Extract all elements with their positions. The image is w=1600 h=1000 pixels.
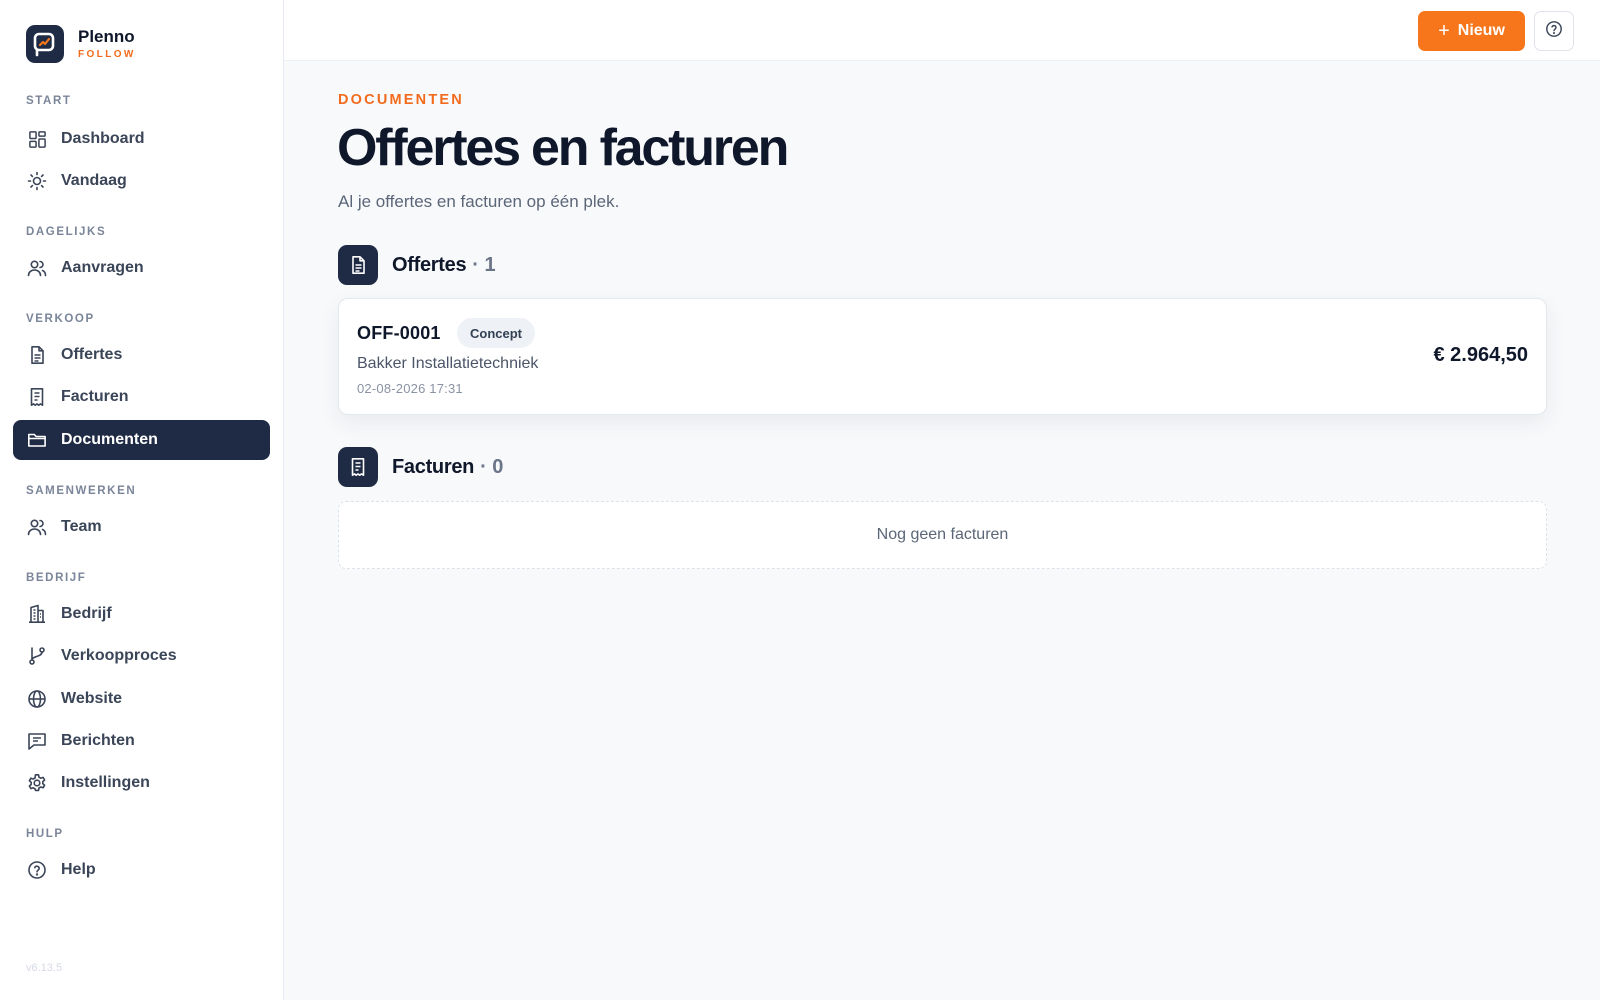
sidebar-item-berichten[interactable]: Berichten xyxy=(13,721,270,761)
sidebar-item-dashboard[interactable]: Dashboard xyxy=(13,119,270,159)
sidebar-item-verkoopproces[interactable]: Verkoopproces xyxy=(13,636,270,676)
section-count: · 0 xyxy=(480,455,504,478)
sidebar-item-help[interactable]: Help xyxy=(13,850,270,890)
sidebar-item-team[interactable]: Team xyxy=(13,507,270,547)
sidebar-item-vandaag[interactable]: Vandaag xyxy=(13,161,270,201)
users-icon xyxy=(27,517,47,537)
section-title: Offertes xyxy=(392,253,467,276)
section-title: Facturen xyxy=(392,455,475,478)
plenno-logo-icon xyxy=(26,25,64,63)
new-button[interactable]: + Nieuw xyxy=(1418,11,1525,51)
sidebar-item-aanvragen[interactable]: Aanvragen xyxy=(13,248,270,288)
page-title: Offertes en facturen xyxy=(337,119,789,177)
section-count: · 1 xyxy=(472,253,496,276)
section-label-bedrijf: BEDRIJF xyxy=(26,572,87,584)
sidebar-item-label: Verkoopproces xyxy=(61,647,177,664)
sidebar-item-label: Documenten xyxy=(61,431,158,448)
help-button[interactable] xyxy=(1534,11,1574,51)
quote-number: OFF-0001 xyxy=(357,323,441,343)
help-circle-icon xyxy=(1545,20,1563,43)
invoices-empty-state: Nog geen facturen xyxy=(338,501,1547,569)
sidebar-item-label: Team xyxy=(61,518,102,535)
sidebar-item-documenten[interactable]: Documenten xyxy=(13,420,270,460)
receipt-icon xyxy=(338,447,378,487)
sidebar-item-label: Aanvragen xyxy=(61,259,144,276)
sidebar-item-label: Website xyxy=(61,690,123,707)
quote-client: Bakker Installatietechniek xyxy=(357,355,539,372)
sun-icon xyxy=(27,171,47,191)
section-label-verkoop: VERKOOP xyxy=(26,313,95,325)
topbar xyxy=(284,0,1600,61)
receipt-icon xyxy=(27,387,47,407)
section-header-offertes: Offertes · 1 xyxy=(338,245,496,285)
section-header-facturen: Facturen · 0 xyxy=(338,447,503,487)
sidebar-item-instellingen[interactable]: Instellingen xyxy=(13,763,270,803)
file-icon xyxy=(27,345,47,365)
section-label-samenwerken: SAMENWERKEN xyxy=(26,485,137,497)
new-button-label: Nieuw xyxy=(1457,22,1505,39)
sidebar-item-label: Bedrijf xyxy=(61,605,112,622)
message-icon xyxy=(27,731,47,751)
sidebar-item-label: Instellingen xyxy=(61,774,150,791)
brand[interactable]: Plenno FOLLOW xyxy=(26,25,136,63)
help-circle-icon xyxy=(27,860,47,880)
grid-icon xyxy=(27,129,47,149)
app-version: v6.13.5 xyxy=(26,962,63,974)
status-badge: Concept xyxy=(457,318,535,348)
sidebar-item-label: Dashboard xyxy=(61,130,145,147)
sidebar-item-offertes[interactable]: Offertes xyxy=(13,335,270,375)
quote-card[interactable]: OFF-0001 Concept Bakker Installatietechn… xyxy=(338,298,1547,415)
users-icon xyxy=(27,258,47,278)
sidebar-item-label: Vandaag xyxy=(61,172,127,189)
sidebar-item-label: Berichten xyxy=(61,732,135,749)
sidebar-item-facturen[interactable]: Facturen xyxy=(13,377,270,417)
sidebar-item-bedrijf[interactable]: Bedrijf xyxy=(13,594,270,634)
section-label-hulp: HULP xyxy=(26,828,64,840)
plus-icon: + xyxy=(1438,20,1450,42)
quote-amount: € 2.964,50 xyxy=(1433,344,1528,366)
globe-icon xyxy=(27,689,47,709)
sidebar-item-label: Offertes xyxy=(61,346,123,363)
sidebar-item-label: Help xyxy=(61,861,96,878)
section-label-start: START xyxy=(26,95,72,107)
building-icon xyxy=(27,604,47,624)
brand-name: Plenno xyxy=(78,27,135,46)
sidebar-item-website[interactable]: Website xyxy=(13,679,270,719)
section-label-dagelijks: DAGELIJKS xyxy=(26,226,107,238)
sidebar-item-label: Facturen xyxy=(61,388,129,405)
quote-date: 02-08-2026 17:31 xyxy=(357,381,463,396)
file-icon xyxy=(338,245,378,285)
gear-icon xyxy=(27,773,47,793)
sidebar: Plenno FOLLOW START Dashboard Vandaag DA… xyxy=(0,0,284,1000)
folder-icon xyxy=(27,430,47,450)
page-subtitle: Al je offertes en facturen op één plek. xyxy=(338,192,620,211)
page-kicker: DOCUMENTEN xyxy=(338,92,464,108)
brand-tagline: FOLLOW xyxy=(78,49,136,60)
git-branch-icon xyxy=(27,646,47,666)
